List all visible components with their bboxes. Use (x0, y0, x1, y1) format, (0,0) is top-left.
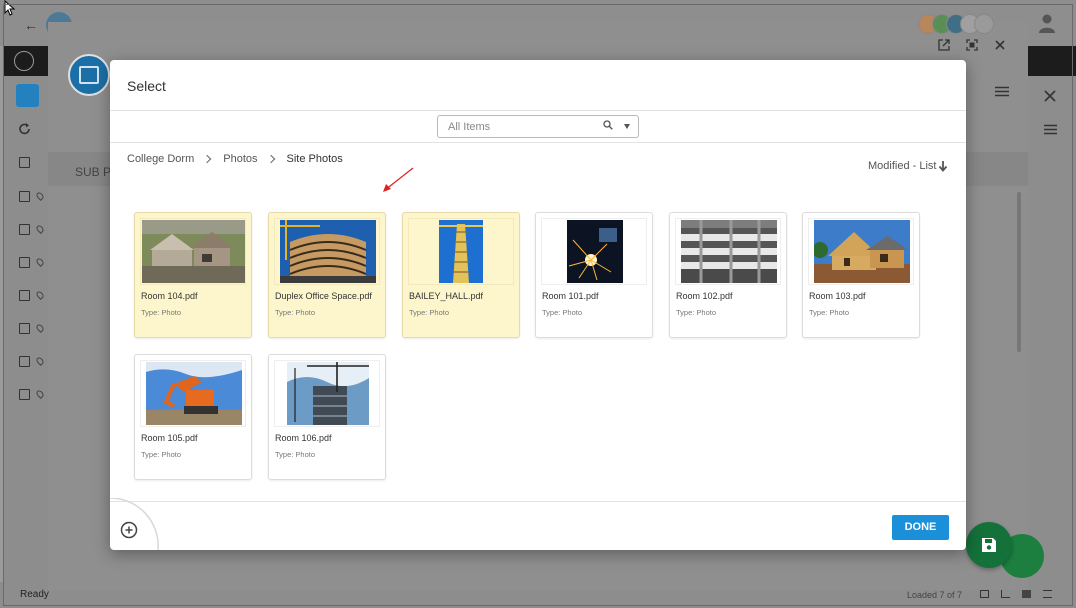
sub-panel-label: SUB P (75, 165, 112, 179)
list-menu-icon[interactable] (1044, 124, 1057, 135)
file-name: Room 101.pdf (542, 291, 599, 301)
breadcrumb-item[interactable]: Photos (223, 153, 257, 165)
filter-placeholder: All Items (448, 121, 491, 133)
search-icon[interactable] (603, 120, 613, 130)
back-arrow-icon[interactable]: ← (24, 18, 38, 32)
tower-crane-thumbnail (439, 220, 483, 283)
file-name: Room 106.pdf (275, 433, 332, 443)
thumbnail-frame (541, 218, 647, 285)
status-text: Ready (20, 589, 49, 600)
breadcrumb-item[interactable]: College Dorm (127, 153, 194, 165)
save-fab-button[interactable] (966, 522, 1012, 568)
file-type: Type: Photo (542, 308, 583, 317)
file-name: Room 102.pdf (676, 291, 733, 301)
thumbnail-frame (675, 218, 781, 285)
thumbnail-frame (808, 218, 914, 285)
zoom-in-control[interactable] (110, 498, 160, 550)
loaded-count: Loaded 7 of 7 (907, 590, 963, 600)
hamburger-menu-icon[interactable] (995, 86, 1009, 97)
avatar[interactable] (974, 14, 994, 34)
close-icon[interactable] (994, 39, 1006, 51)
sort-selector[interactable]: Modified - List (868, 160, 936, 172)
file-name: Room 104.pdf (141, 291, 198, 301)
mouse-cursor-icon (4, 0, 16, 16)
filter-bar: All Items (110, 111, 966, 143)
chevron-right-icon (203, 154, 212, 164)
app-right-panel (1028, 76, 1076, 582)
file-name: Duplex Office Space.pdf (275, 291, 372, 301)
card-view-icon[interactable] (1022, 590, 1031, 598)
house-demolition-thumbnail (142, 220, 245, 283)
scrollbar[interactable] (1017, 192, 1021, 352)
sort-arrow-down-icon[interactable] (938, 160, 948, 172)
close-panel-icon[interactable] (1044, 90, 1056, 102)
file-tile[interactable]: Room 106.pdf Type: Photo (268, 354, 386, 480)
thumbnail-frame (274, 360, 380, 427)
app-menu-button[interactable] (16, 84, 39, 107)
view-icon[interactable] (980, 590, 989, 598)
file-tile[interactable]: Room 101.pdf Type: Photo (535, 212, 653, 338)
dialog-footer: DONE (110, 501, 966, 550)
open-external-icon[interactable] (938, 39, 950, 51)
chart-view-icon[interactable] (1001, 590, 1010, 598)
save-icon (982, 538, 996, 552)
list-view-icon[interactable] (1043, 590, 1052, 598)
annotation-arrow (383, 167, 414, 192)
done-button[interactable]: DONE (892, 515, 949, 540)
curved-building-thumbnail (280, 220, 376, 283)
thumbnail-frame (140, 218, 246, 285)
file-type: Type: Photo (141, 308, 182, 317)
thumbnail-frame (140, 360, 246, 427)
select-all-checkbox[interactable] (19, 157, 30, 168)
row-checkbox[interactable] (19, 323, 30, 334)
breadcrumb-current: Site Photos (286, 153, 343, 165)
thumbnail-frame (408, 218, 514, 285)
file-name: Room 103.pdf (809, 291, 866, 301)
row-checkbox[interactable] (19, 356, 30, 367)
clock-icon[interactable] (14, 51, 34, 71)
welding-sparks-thumbnail (567, 220, 623, 283)
fullscreen-icon[interactable] (966, 39, 978, 51)
file-tile[interactable]: Room 103.pdf Type: Photo (802, 212, 920, 338)
concrete-floors-thumbnail (681, 220, 777, 283)
file-tile[interactable]: Room 105.pdf Type: Photo (134, 354, 252, 480)
file-type: Type: Photo (676, 308, 717, 317)
row-checkbox[interactable] (19, 290, 30, 301)
app-logo (68, 54, 110, 96)
row-checkbox[interactable] (19, 224, 30, 235)
file-tile[interactable]: Duplex Office Space.pdf Type: Photo (268, 212, 386, 338)
file-tile[interactable]: BAILEY_HALL.pdf Type: Photo (402, 212, 520, 338)
file-type: Type: Photo (809, 308, 850, 317)
select-dialog: Select All Items College Dorm Photos Sit… (110, 60, 966, 550)
chevron-down-icon[interactable] (624, 124, 630, 129)
row-checkbox[interactable] (19, 257, 30, 268)
site-cranes-thumbnail (287, 362, 369, 425)
row-checkbox[interactable] (19, 191, 30, 202)
app-toolbar-right (1028, 46, 1076, 76)
file-type: Type: Photo (409, 308, 450, 317)
dialog-header: Select (110, 60, 966, 111)
file-type: Type: Photo (275, 308, 316, 317)
file-tile[interactable]: Room 102.pdf Type: Photo (669, 212, 787, 338)
file-name: Room 105.pdf (141, 433, 198, 443)
item-filter-dropdown[interactable]: All Items (437, 115, 639, 138)
dialog-title: Select (127, 78, 166, 94)
thumbnail-frame (274, 218, 380, 285)
breadcrumb: College Dorm Photos Site Photos (127, 153, 343, 165)
house-frame-thumbnail (814, 220, 910, 283)
chevron-right-icon (266, 154, 275, 164)
file-type: Type: Photo (141, 450, 182, 459)
refresh-icon[interactable] (18, 122, 32, 136)
file-name: BAILEY_HALL.pdf (409, 291, 484, 301)
user-profile-icon[interactable] (1036, 12, 1058, 34)
excavator-thumbnail (146, 362, 242, 425)
file-type: Type: Photo (275, 450, 316, 459)
file-tile[interactable]: Room 104.pdf Type: Photo (134, 212, 252, 338)
row-checkbox[interactable] (19, 389, 30, 400)
